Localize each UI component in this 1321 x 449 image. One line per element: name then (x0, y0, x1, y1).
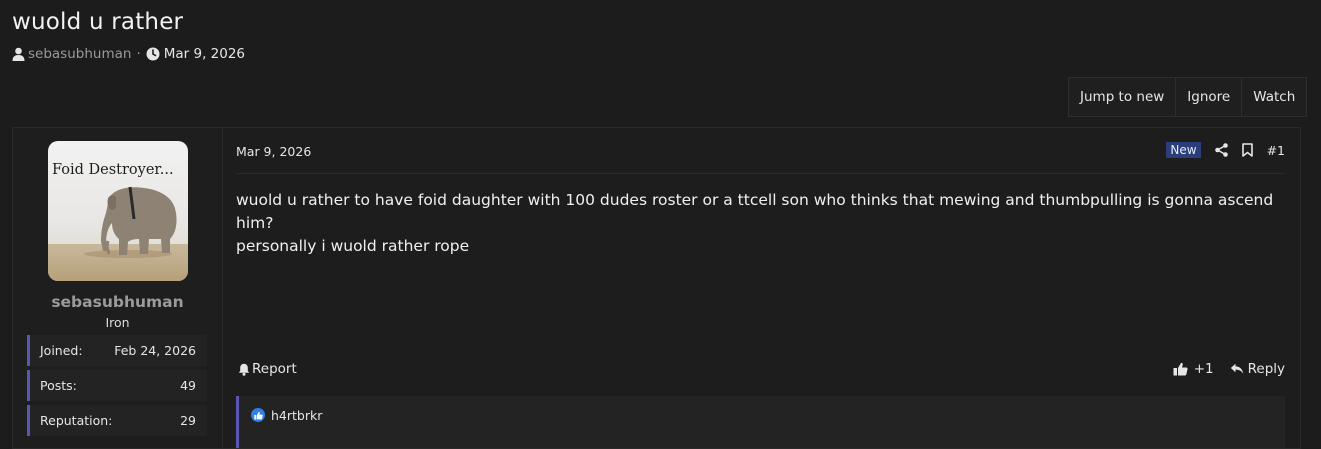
post-line: wuold u rather to have foid daughter wit… (236, 191, 1274, 232)
stat-reputation: Reputation: 29 (27, 405, 207, 436)
stat-posts: Posts: 49 (27, 370, 207, 401)
stat-value: 49 (180, 378, 196, 393)
like-count: +1 (1193, 361, 1214, 377)
post-main: Mar 9, 2026 New #1 wuold u rather to hav… (236, 128, 1285, 448)
stat-value: 29 (180, 413, 196, 428)
watch-button[interactable]: Watch (1242, 78, 1306, 116)
post-number-link[interactable]: #1 (1267, 143, 1285, 158)
user-rank: Iron (105, 315, 130, 330)
reaction-user-link[interactable]: h4rtbrkr (271, 408, 322, 423)
stat-label: Reputation: (40, 413, 113, 428)
post-footer-actions: +1 Reply (1173, 361, 1285, 377)
post-date-link[interactable]: Mar 9, 2026 (236, 144, 311, 159)
jump-to-new-button[interactable]: Jump to new (1069, 78, 1177, 116)
thread-date-link[interactable]: Mar 9, 2026 (164, 46, 245, 62)
ignore-button[interactable]: Ignore (1176, 78, 1243, 116)
post-container: Foid Destroyer... sebasubhuman Iron Join… (12, 127, 1301, 449)
user-icon (12, 47, 25, 61)
bookmark-icon[interactable] (1241, 143, 1253, 157)
post-username[interactable]: sebasubhuman (13, 293, 222, 311)
user-sidebar: Foid Destroyer... sebasubhuman Iron Join… (13, 128, 223, 448)
clock-icon (146, 47, 160, 61)
thread-author-link[interactable]: sebasubhuman (28, 46, 131, 62)
reply-button[interactable]: Reply (1230, 361, 1285, 377)
divider (236, 173, 1285, 174)
reply-label: Reply (1247, 361, 1285, 377)
stat-joined: Joined: Feb 24, 2026 (27, 335, 207, 366)
post-tools: New #1 (1166, 142, 1285, 158)
reactions-bar: h4rtbrkr (236, 396, 1285, 448)
meta-separator: · (136, 46, 141, 62)
reply-icon (1230, 363, 1244, 375)
stat-label: Posts: (40, 378, 77, 393)
thread-title: wuold u rather (12, 9, 184, 35)
stat-value: Feb 24, 2026 (114, 343, 196, 358)
thumbs-up-icon (1173, 362, 1188, 376)
post-line: personally i wuold rather rope (236, 237, 470, 255)
avatar[interactable]: Foid Destroyer... (48, 141, 188, 281)
share-icon[interactable] (1214, 143, 1228, 157)
stat-label: Joined: (40, 343, 83, 358)
thread-actions: Jump to new Ignore Watch (1068, 77, 1308, 117)
post-body: wuold u rather to have foid daughter wit… (236, 189, 1276, 258)
report-button[interactable]: Report (238, 361, 297, 377)
like-reaction-icon (251, 408, 265, 422)
report-label: Report (252, 361, 297, 377)
new-badge: New (1166, 142, 1201, 158)
avatar-caption: Foid Destroyer... (52, 162, 174, 178)
bell-icon (238, 363, 250, 376)
like-button[interactable]: +1 (1173, 361, 1214, 377)
thread-meta: sebasubhuman · Mar 9, 2026 (12, 46, 245, 62)
